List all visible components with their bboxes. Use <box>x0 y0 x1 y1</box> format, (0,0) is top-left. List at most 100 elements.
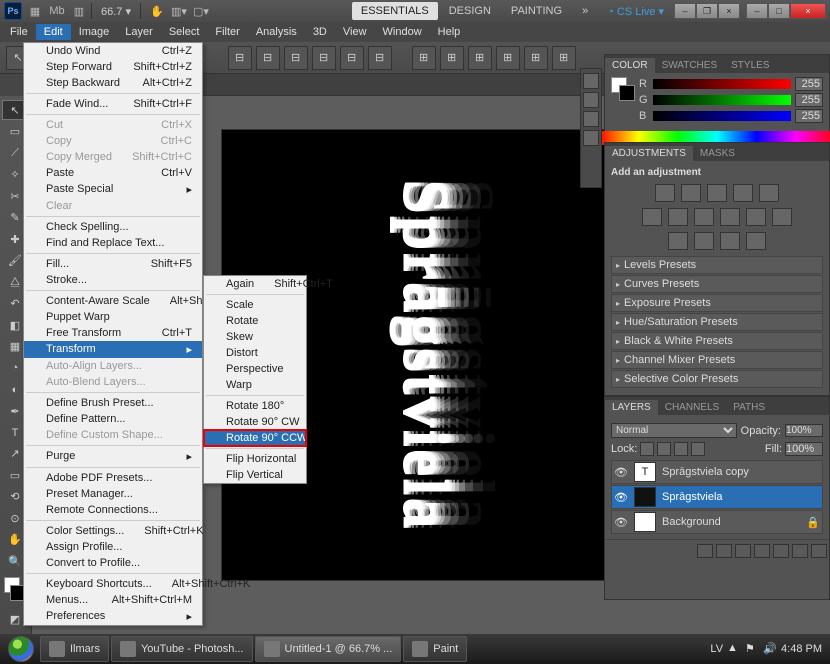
taskbar-item[interactable]: Ilmars <box>40 636 109 662</box>
visibility-icon[interactable]: 👁 <box>612 466 630 479</box>
tray-icon[interactable]: ▲ <box>727 642 741 656</box>
visibility-icon[interactable]: 👁 <box>612 491 630 504</box>
layer-row[interactable]: 👁Background🔒 <box>611 510 823 534</box>
collapsed-panels[interactable] <box>580 68 602 188</box>
app-close-icon[interactable]: × <box>790 3 826 19</box>
panel-tab[interactable]: CHANNELS <box>658 400 726 415</box>
menu-item[interactable]: Check Spelling... <box>24 219 202 235</box>
mini-bridge-icon[interactable]: Mb <box>48 2 66 20</box>
preset-item[interactable]: ▸Channel Mixer Presets <box>611 351 823 369</box>
link-layers-icon[interactable] <box>697 544 713 558</box>
r-slider[interactable] <box>653 79 791 89</box>
zoom-readout[interactable]: 66.7 ▾ <box>95 5 137 18</box>
preset-item[interactable]: ▸Black & White Presets <box>611 332 823 350</box>
menu-item[interactable]: Skew <box>204 329 306 345</box>
menu-item[interactable]: Convert to Profile... <box>24 555 202 571</box>
doc-restore-icon[interactable]: ❐ <box>696 3 718 19</box>
new-layer-icon[interactable] <box>792 544 808 558</box>
menu-item[interactable]: Keyboard Shortcuts...Alt+Shift+Ctrl+K <box>24 576 202 592</box>
menu-item[interactable]: Flip Horizontal <box>204 451 306 467</box>
preset-item[interactable]: ▸Curves Presets <box>611 275 823 293</box>
preset-item[interactable]: ▸Exposure Presets <box>611 294 823 312</box>
dist-icon[interactable]: ⊞ <box>496 46 520 70</box>
extras-icon[interactable]: ▥ <box>70 2 88 20</box>
dist-icon[interactable]: ⊞ <box>440 46 464 70</box>
screen-mode-icon[interactable]: ▢▾ <box>192 2 210 20</box>
layer-mask-icon[interactable] <box>735 544 751 558</box>
g-slider[interactable] <box>653 95 791 105</box>
menu-item[interactable]: Preset Manager... <box>24 486 202 502</box>
align-icon[interactable]: ⊟ <box>368 46 392 70</box>
menu-item[interactable]: Transform▸ <box>24 341 202 358</box>
lock-pixels-icon[interactable] <box>657 442 671 456</box>
lock-pos-icon[interactable] <box>674 442 688 456</box>
taskbar-item[interactable]: Untitled-1 @ 66.7% ... <box>255 636 402 662</box>
menu-item[interactable]: Purge▸ <box>24 448 202 465</box>
adj-icon[interactable] <box>746 208 766 226</box>
menu-item[interactable]: Content-Aware ScaleAlt+Shift+Ctrl+C <box>24 293 202 309</box>
tray-icon[interactable]: 🔊 <box>763 642 777 656</box>
menu-edit[interactable]: Edit <box>36 24 71 40</box>
taskbar-item[interactable]: Paint <box>403 636 467 662</box>
menu-item[interactable]: Rotate 180° <box>204 398 306 414</box>
menu-filter[interactable]: Filter <box>207 24 247 40</box>
menu-item[interactable]: Stroke... <box>24 272 202 288</box>
visibility-icon[interactable]: 👁 <box>612 516 630 529</box>
workspace-design[interactable]: DESIGN <box>440 2 500 20</box>
menu-item[interactable]: Paste Special▸ <box>24 181 202 198</box>
adj-icon[interactable] <box>720 232 740 250</box>
lock-all-icon[interactable] <box>691 442 705 456</box>
fill-input[interactable] <box>785 442 823 456</box>
panel-tab[interactable]: MASKS <box>693 146 742 161</box>
adj-icon[interactable] <box>694 208 714 226</box>
adj-icon[interactable] <box>668 208 688 226</box>
bridge-icon[interactable]: ▦ <box>26 2 44 20</box>
hand-icon[interactable]: ✋ <box>148 2 166 20</box>
b-value[interactable]: 255 <box>795 109 823 123</box>
panel-tab[interactable]: PATHS <box>726 400 772 415</box>
preset-item[interactable]: ▸Levels Presets <box>611 256 823 274</box>
dist-icon[interactable]: ⊞ <box>412 46 436 70</box>
panel-tab[interactable]: STYLES <box>724 58 776 73</box>
workspace-essentials[interactable]: ESSENTIALS <box>352 2 438 20</box>
opacity-input[interactable] <box>785 424 823 437</box>
preset-item[interactable]: ▸Selective Color Presets <box>611 370 823 388</box>
stub-icon[interactable] <box>583 130 599 146</box>
taskbar-clock[interactable]: 4:48 PM <box>781 644 822 655</box>
menu-item[interactable]: Undo WindCtrl+Z <box>24 43 202 59</box>
menu-item[interactable]: Puppet Warp <box>24 309 202 325</box>
panel-tab[interactable]: SWATCHES <box>655 58 725 73</box>
menu-item[interactable]: Remote Connections... <box>24 502 202 518</box>
doc-close-icon[interactable]: × <box>718 3 740 19</box>
adj-icon[interactable] <box>720 208 740 226</box>
menu-item[interactable]: Preferences▸ <box>24 608 202 625</box>
adj-icon[interactable] <box>694 232 714 250</box>
group-icon[interactable] <box>773 544 789 558</box>
dist-icon[interactable]: ⊞ <box>524 46 548 70</box>
menu-item[interactable]: Define Pattern... <box>24 411 202 427</box>
workspace-more[interactable]: » <box>573 2 597 20</box>
menu-analysis[interactable]: Analysis <box>248 24 305 40</box>
stub-icon[interactable] <box>583 73 599 89</box>
menu-item[interactable]: Distort <box>204 345 306 361</box>
menu-item[interactable]: Scale <box>204 297 306 313</box>
blend-mode-select[interactable]: Normal <box>611 423 737 438</box>
menu-file[interactable]: File <box>2 24 36 40</box>
b-slider[interactable] <box>653 111 791 121</box>
layer-row[interactable]: 👁Sprāgstviela <box>611 485 823 509</box>
menu-item[interactable]: Find and Replace Text... <box>24 235 202 251</box>
layer-row[interactable]: 👁TSprāgstviela copy <box>611 460 823 484</box>
cslive-button[interactable]: ◔ CS Live ▾ <box>607 5 664 18</box>
dist-icon[interactable]: ⊞ <box>552 46 576 70</box>
menu-3d[interactable]: 3D <box>305 24 335 40</box>
delete-layer-icon[interactable] <box>811 544 827 558</box>
app-maximize-icon[interactable]: □ <box>768 3 790 19</box>
menu-item[interactable]: Color Settings...Shift+Ctrl+K <box>24 523 202 539</box>
panel-tab[interactable]: ADJUSTMENTS <box>605 146 693 161</box>
menu-item[interactable]: AgainShift+Ctrl+T <box>204 276 306 292</box>
menu-select[interactable]: Select <box>161 24 208 40</box>
arrange-icon[interactable]: ▥▾ <box>170 2 188 20</box>
adj-icon[interactable] <box>642 208 662 226</box>
menu-view[interactable]: View <box>335 24 375 40</box>
layer-fx-icon[interactable] <box>716 544 732 558</box>
